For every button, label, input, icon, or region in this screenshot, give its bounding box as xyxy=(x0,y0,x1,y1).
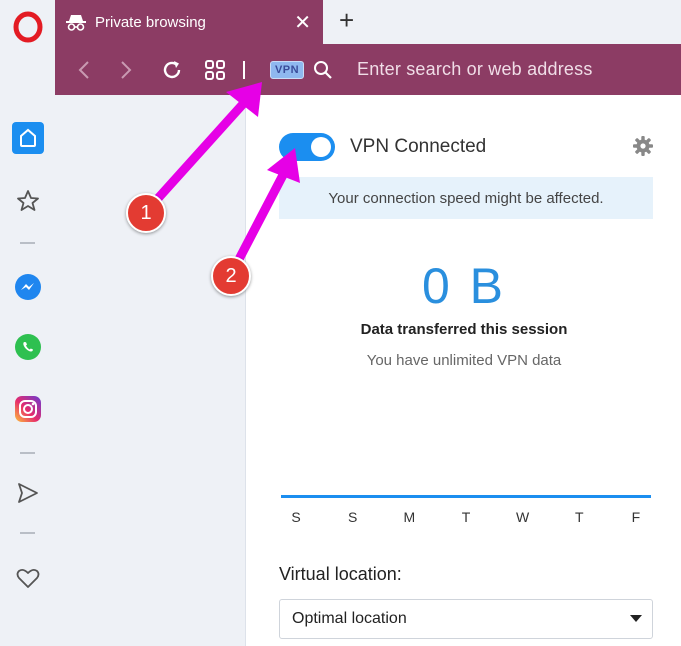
tab-strip: Private browsing ✕ + xyxy=(55,0,681,44)
opera-logo-icon[interactable] xyxy=(0,10,55,44)
toolbar: VPN Enter search or web address xyxy=(55,44,681,95)
virtual-location-label: Virtual location: xyxy=(279,564,402,584)
tab-label: Private browsing xyxy=(95,13,206,31)
vpn-panel: VPN Connected Your connection speed migh… xyxy=(245,95,681,646)
speed-notice: Your connection speed might be affected. xyxy=(279,177,653,219)
day-label: M xyxy=(403,509,416,525)
tab-private-browsing[interactable]: Private browsing ✕ xyxy=(55,0,323,44)
vpn-toggle-knob xyxy=(311,137,331,157)
annotation-number-2: 2 xyxy=(211,256,251,296)
sidebar-separator xyxy=(20,242,35,244)
unlimited-data-note: You have unlimited VPN data xyxy=(366,352,562,369)
usage-graph-baseline xyxy=(281,495,651,498)
forward-icon[interactable] xyxy=(113,44,139,95)
instagram-icon[interactable] xyxy=(0,392,55,426)
reload-icon[interactable] xyxy=(159,44,185,95)
day-label: F xyxy=(631,509,641,525)
search-icon xyxy=(310,44,336,95)
whatsapp-icon[interactable] xyxy=(0,330,55,364)
address-bar[interactable]: Enter search or web address xyxy=(357,44,593,95)
back-icon[interactable] xyxy=(71,44,97,95)
day-label: W xyxy=(516,509,530,525)
vpn-toggle[interactable] xyxy=(279,133,335,161)
annotation-number-1: 1 xyxy=(126,193,166,233)
send-icon[interactable] xyxy=(0,476,55,510)
sidebar xyxy=(0,0,55,646)
day-label: S xyxy=(291,509,301,525)
weekday-labels: S S M T W T F xyxy=(281,509,651,525)
day-label: S xyxy=(347,509,358,525)
new-tab-icon[interactable]: + xyxy=(339,7,354,33)
home-icon[interactable] xyxy=(0,121,55,155)
private-browsing-icon xyxy=(65,13,87,31)
data-transferred-value: 0 B xyxy=(421,258,507,314)
tabs-grid-icon[interactable] xyxy=(201,44,229,95)
sidebar-separator xyxy=(20,532,35,534)
day-label: T xyxy=(575,509,584,525)
close-tab-icon[interactable]: ✕ xyxy=(294,10,311,35)
heart-icon[interactable] xyxy=(0,561,55,595)
chevron-down-icon xyxy=(630,615,642,622)
page-content-area xyxy=(55,95,245,646)
gear-icon[interactable] xyxy=(632,135,654,162)
star-icon[interactable] xyxy=(0,184,55,218)
virtual-location-value: Optimal location xyxy=(292,610,407,627)
sidebar-separator xyxy=(20,452,35,454)
virtual-location-select[interactable]: Optimal location xyxy=(279,599,653,639)
vpn-badge-label: VPN xyxy=(269,60,305,79)
vpn-badge-button[interactable]: VPN xyxy=(266,44,308,95)
data-transferred-label: Data transferred this session xyxy=(360,321,568,338)
messenger-icon[interactable] xyxy=(0,270,55,304)
day-label: T xyxy=(461,509,471,525)
vpn-status-label: VPN Connected xyxy=(350,136,487,157)
toolbar-divider xyxy=(240,44,248,95)
